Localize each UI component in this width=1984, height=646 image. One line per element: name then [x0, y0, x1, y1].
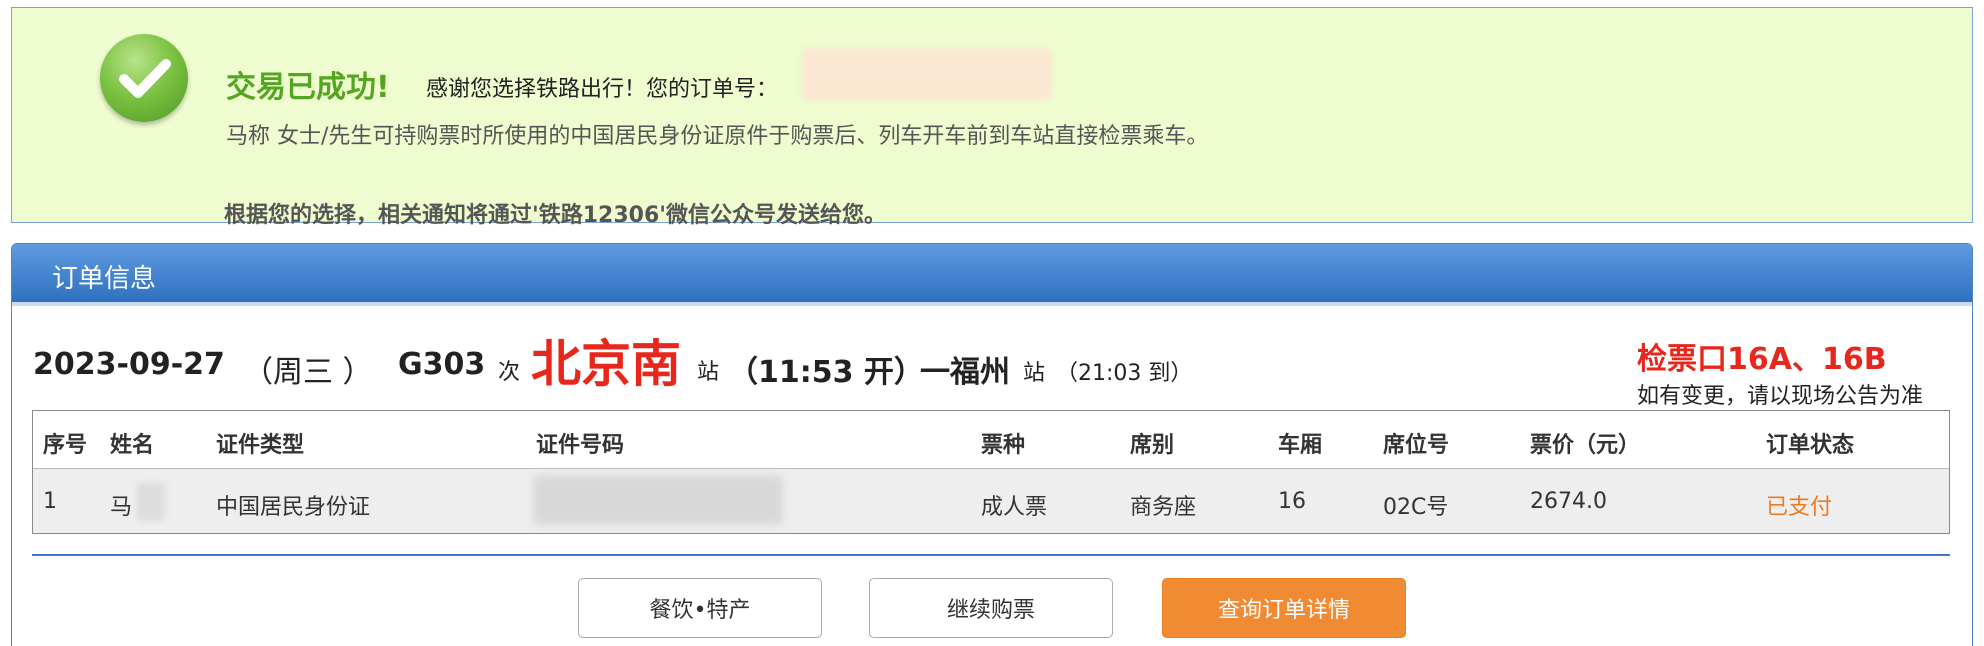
checkmark-icon [100, 34, 188, 122]
divider [32, 554, 1950, 556]
cell-coach: 16 [1278, 489, 1306, 514]
col-header: 证件类型 [216, 433, 305, 458]
continue-purchase-button[interactable]: 继续购票 [869, 578, 1113, 638]
col-header: 车厢 [1278, 433, 1323, 458]
success-thanks-text: 感谢您选择铁路出行！您的订单号： [426, 77, 779, 102]
cell-seat-class: 商务座 [1130, 495, 1197, 520]
col-header: 票种 [981, 433, 1026, 458]
table-row: 1 马 中国居民身份证 成人票 商务座 16 02C号 2674.0 已支付 [33, 469, 1949, 533]
cell-price: 2674.0 [1530, 489, 1607, 514]
cell-index: 1 [43, 489, 57, 514]
ticket-table: 序号 姓名 证件类型 证件号码 票种 席别 车厢 席位号 票价（元） 订单状态 … [32, 410, 1950, 534]
travel-date: 2023-09-27 [33, 347, 225, 382]
name-redacted [137, 483, 165, 521]
station-suffix: 站 [697, 360, 720, 385]
cell-ticket-type: 成人票 [981, 495, 1048, 520]
col-header: 席别 [1130, 433, 1175, 458]
col-header: 姓名 [110, 433, 155, 458]
success-title: 交易已成功! [226, 70, 390, 105]
col-header: 订单状态 [1766, 433, 1855, 458]
cell-name: 马 [110, 495, 133, 520]
train-suffix: 次 [498, 360, 521, 385]
id-number-redacted [533, 475, 783, 525]
col-header: 席位号 [1383, 433, 1450, 458]
gate-label: 检票口16A、16B [1637, 342, 1887, 377]
departure-time: （11:53 开） [728, 355, 924, 390]
success-banner: 交易已成功! 感谢您选择铁路出行！您的订单号： 马称 女士/先生可持购票时所使用… [11, 7, 1973, 228]
panel-title: 订单信息 [12, 244, 1972, 306]
station-suffix: 站 [1023, 361, 1046, 386]
arrival-time: （21:03 到） [1056, 361, 1193, 386]
train-number: G303 [398, 347, 486, 382]
gate-note: 如有变更，请以现场公告为准 [1637, 384, 1924, 409]
table-header-row: 序号 姓名 证件类型 证件号码 票种 席别 车厢 席位号 票价（元） 订单状态 [33, 411, 1949, 469]
departure-station: 北京南 [531, 335, 681, 393]
cell-id-type: 中国居民身份证 [216, 495, 371, 520]
order-number-redacted [802, 48, 1052, 100]
boarding-instruction: 马称 女士/先生可持购票时所使用的中国居民身份证原件于购票后、列车开车前到车站直… [226, 124, 1209, 149]
col-header: 证件号码 [536, 433, 625, 458]
food-specialty-button[interactable]: 餐饮•特产 [578, 578, 822, 638]
order-detail-button[interactable]: 查询订单详情 [1162, 578, 1406, 638]
weekday: （周三 ） [243, 355, 373, 390]
arrival-station: 一福州 [920, 355, 1010, 390]
col-header: 序号 [43, 433, 88, 458]
notification-text: 根据您的选择，相关通知将通过'铁路12306'微信公众号发送给您。 [224, 203, 887, 228]
cell-seat-no: 02C号 [1383, 495, 1449, 520]
cell-status: 已支付 [1766, 495, 1833, 520]
col-header: 票价（元） [1530, 433, 1641, 458]
